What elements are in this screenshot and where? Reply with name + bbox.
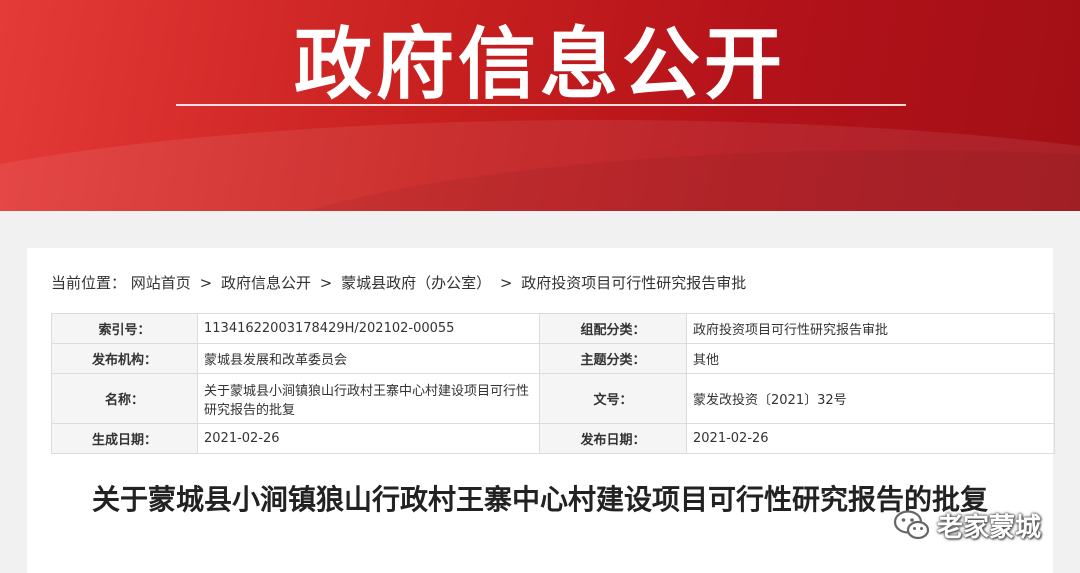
name-value: 关于蒙城县小涧镇狼山行政村王寨中心村建设项目可行性研究报告的批复 <box>197 373 540 424</box>
index-no-value: 11341622003178429H/202102-00055 <box>197 313 540 344</box>
created-date-value: 2021-02-26 <box>197 423 540 454</box>
breadcrumb-item-home[interactable]: 网站首页 <box>131 274 191 292</box>
created-date-label: 生成日期： <box>51 423 198 454</box>
breadcrumb-separator: > <box>199 274 213 292</box>
breadcrumb-separator: > <box>499 274 513 292</box>
breadcrumb: 当前位置： 网站首页 > 政府信息公开 > 蒙城县政府（办公室） > 政府投资项… <box>51 272 746 293</box>
table-row: 发布机构： 蒙城县发展和改革委员会 主题分类： 其他 <box>51 343 1055 374</box>
publisher-value: 蒙城县发展和改革委员会 <box>197 343 540 374</box>
banner-title: 政府信息公开 <box>293 20 786 110</box>
table-row: 生成日期： 2021-02-26 发布日期： 2021-02-26 <box>51 423 1055 454</box>
watermark-text: 老家蒙城 <box>937 512 1042 543</box>
index-no-label: 索引号： <box>51 313 198 344</box>
name-label: 名称： <box>51 373 198 424</box>
topic-value: 其他 <box>686 343 1055 374</box>
doc-no-value: 蒙发改投资〔2021〕32号 <box>686 373 1055 424</box>
banner-divider <box>176 104 906 106</box>
doc-no-label: 文号： <box>539 373 687 424</box>
category-label: 组配分类： <box>539 313 687 344</box>
wechat-icon <box>893 509 931 541</box>
breadcrumb-prefix: 当前位置： <box>51 274 127 292</box>
breadcrumb-item-current[interactable]: 政府投资项目可行性研究报告审批 <box>521 274 746 292</box>
publisher-label: 发布机构： <box>51 343 198 374</box>
breadcrumb-item-county-gov[interactable]: 蒙城县政府（办公室） <box>341 274 491 292</box>
header-banner: 政府信息公开 <box>0 0 1080 211</box>
table-row: 名称： 关于蒙城县小涧镇狼山行政村王寨中心村建设项目可行性研究报告的批复 文号：… <box>51 373 1055 424</box>
published-date-value: 2021-02-26 <box>686 423 1055 454</box>
breadcrumb-item-gov-info[interactable]: 政府信息公开 <box>221 274 311 292</box>
category-value: 政府投资项目可行性研究报告审批 <box>686 313 1055 344</box>
table-row: 索引号： 11341622003178429H/202102-00055 组配分… <box>51 313 1055 344</box>
published-date-label: 发布日期： <box>539 423 687 454</box>
watermark: 老家蒙城 <box>893 505 1041 545</box>
breadcrumb-separator: > <box>319 274 333 292</box>
topic-label: 主题分类： <box>539 343 687 374</box>
info-table: 索引号： 11341622003178429H/202102-00055 组配分… <box>51 313 1055 454</box>
